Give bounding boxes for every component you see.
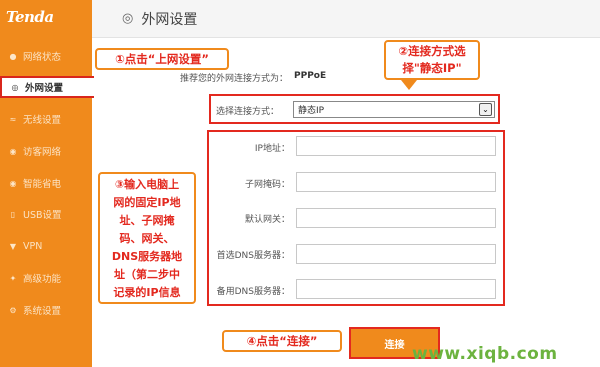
sidebar-item-label: 智能省电 [23,179,62,190]
gateway-label: 默认网关： [244,215,290,225]
sidebar-item-power-saving[interactable]: ◉ 智能省电 [0,172,92,194]
callout-step2-line2: 择"静态IP" [402,61,462,75]
callout-step3-line: ③输入电脑上 [114,178,180,191]
sidebar-item-system[interactable]: ⚙ 系统设置 [0,299,92,321]
sidebar-item-label: USB设置 [23,210,62,221]
sidebar-item-label: VPN [23,240,43,252]
vpn-icon: ▼ [9,241,17,251]
secondary-dns-label: 备用DNS服务器： [216,287,290,297]
tool-icon: ✦ [9,273,17,283]
connection-type-label: 选择连接方式： [216,107,280,117]
sidebar-item-guest[interactable]: ◉ 访客网络 [0,140,92,162]
sidebar-item-usb[interactable]: ▯ USB设置 [0,203,92,225]
sidebar-item-label: 高级功能 [23,274,62,285]
page-header: ◎ 外网设置 [92,0,600,38]
primary-dns-input[interactable] [296,244,496,264]
callout-step2-line1: ②连接方式选 [398,44,466,58]
sidebar-item-advanced[interactable]: ✦ 高级功能 [0,267,92,289]
sidebar: Tenda ● 网络状态 ◎ 外网设置 ≈ 无线设置 ◉ 访客网络 ◉ 智能省电… [0,0,102,367]
sidebar-item-network-status[interactable]: ● 网络状态 [0,45,92,67]
connection-type-value: 静态IP [298,106,325,116]
sidebar-item-vpn[interactable]: ▼ VPN [0,235,92,257]
callout-step3-line: 码、网关、 [119,232,175,245]
brand-logo: Tenda [6,8,54,26]
gear-icon: ⚙ [9,305,17,315]
callout-step3-line: 记录的IP信息 [113,286,181,299]
connection-type-select[interactable]: 静态IP ⌄ [293,101,495,118]
callout-step4: ④点击“连接” [222,330,342,352]
sidebar-item-label: 外网设置 [25,83,64,94]
globe-icon: ◎ [122,11,134,26]
sidebar-item-label: 系统设置 [23,306,62,317]
recommend-label: 推荐您的外网连接方式为： [179,74,288,84]
secondary-dns-input[interactable] [296,279,496,299]
callout-step3-line: 网的固定IP地 [113,196,181,209]
ip-address-input[interactable] [296,136,496,156]
guest-icon: ◉ [9,146,17,156]
subnet-mask-label: 子网掩码： [244,180,290,190]
callout-step1: ①点击“上网设置” [95,48,229,70]
callout-step3-line: 址（第二步中 [114,268,180,281]
sidebar-item-label: 访客网络 [23,147,62,158]
primary-dns-label: 首选DNS服务器： [216,251,290,261]
recommend-value: PPPoE [294,71,327,81]
gateway-input[interactable] [296,208,496,228]
callout-step2: ②连接方式选 择"静态IP" [384,40,480,80]
user-icon: ● [9,51,17,61]
callout-step3-line: 址、子网掩 [119,214,175,227]
wifi-icon: ≈ [9,114,17,124]
sidebar-item-wireless[interactable]: ≈ 无线设置 [0,108,92,130]
chevron-down-icon: ⌄ [479,103,492,116]
callout-step3-line: DNS服务器地 [111,250,183,263]
watermark: www.xiqb.com [412,344,558,364]
bulb-icon: ◉ [9,178,17,188]
callout-step3: ③输入电脑上 网的固定IP地 址、子网掩 码、网关、 DNS服务器地 址（第二步… [98,172,196,304]
ip-address-label: IP地址： [254,144,290,154]
callout-step2-arrow [401,80,417,90]
sidebar-item-label: 网络状态 [23,52,62,63]
usb-icon: ▯ [10,209,16,219]
sidebar-item-label: 无线设置 [23,115,62,126]
page-title: 外网设置 [141,11,198,28]
subnet-mask-input[interactable] [296,172,496,192]
sidebar-item-wan-settings[interactable]: ◎ 外网设置 [0,76,102,98]
globe-icon: ◎ [11,82,19,92]
